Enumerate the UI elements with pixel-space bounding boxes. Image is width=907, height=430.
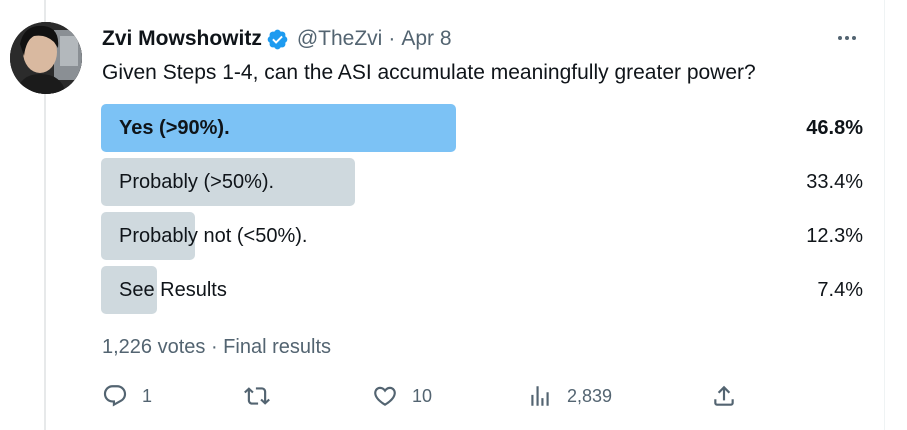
tweet-date[interactable]: Apr 8 bbox=[401, 27, 451, 51]
share-button[interactable] bbox=[711, 380, 737, 412]
avatar-image bbox=[10, 22, 82, 94]
retweet-icon bbox=[244, 387, 270, 405]
poll-option-label: See Results bbox=[119, 279, 227, 301]
tweet-actions: 1 10 2,839 bbox=[102, 380, 762, 412]
poll-option-percent: 7.4% bbox=[817, 279, 863, 301]
poll-option: Probably not (<50%). 12.3% bbox=[101, 212, 863, 260]
poll-option-label: Probably not (<50%). bbox=[119, 225, 308, 247]
tweet-text: Given Steps 1-4, can the ASI accumulate … bbox=[102, 61, 756, 84]
views-bar-chart-icon bbox=[531, 386, 549, 406]
heart-icon bbox=[374, 386, 396, 406]
poll-option: Probably (>50%). 33.4% bbox=[101, 158, 863, 206]
poll-option-percent: 46.8% bbox=[806, 117, 863, 139]
poll: Yes (>90%). 46.8% Probably (>50%). 33.4%… bbox=[101, 104, 863, 320]
poll-option-label: Yes (>90%). bbox=[119, 117, 230, 139]
views-count: 2,839 bbox=[567, 385, 613, 406]
like-button[interactable]: 10 bbox=[372, 380, 432, 412]
header-separator: · bbox=[388, 27, 396, 50]
reply-count: 1 bbox=[142, 385, 153, 406]
more-horizontal-icon[interactable] bbox=[832, 26, 862, 50]
share-upload-icon bbox=[714, 385, 734, 406]
views-button[interactable]: 2,839 bbox=[527, 380, 612, 412]
retweet-button[interactable] bbox=[244, 380, 284, 412]
verified-badge-icon bbox=[266, 28, 289, 51]
column-border bbox=[884, 0, 885, 430]
poll-option: See Results 7.4% bbox=[101, 266, 863, 314]
author-handle[interactable]: @TheZvi bbox=[297, 27, 383, 51]
poll-option-label: Probably (>50%). bbox=[119, 171, 275, 193]
reply-bubble-icon bbox=[103, 385, 127, 407]
poll-meta: 1,226 votes · Final results bbox=[102, 336, 331, 358]
avatar[interactable] bbox=[10, 22, 82, 94]
reply-button[interactable]: 1 bbox=[102, 380, 152, 412]
poll-option-percent: 33.4% bbox=[806, 171, 863, 193]
author-name[interactable]: Zvi Mowshowitz bbox=[102, 27, 262, 51]
poll-option: Yes (>90%). 46.8% bbox=[101, 104, 863, 152]
tweet-header: Zvi Mowshowitz @TheZvi · Apr 8 bbox=[102, 24, 452, 54]
like-count: 10 bbox=[412, 385, 433, 406]
poll-option-percent: 12.3% bbox=[806, 225, 863, 247]
